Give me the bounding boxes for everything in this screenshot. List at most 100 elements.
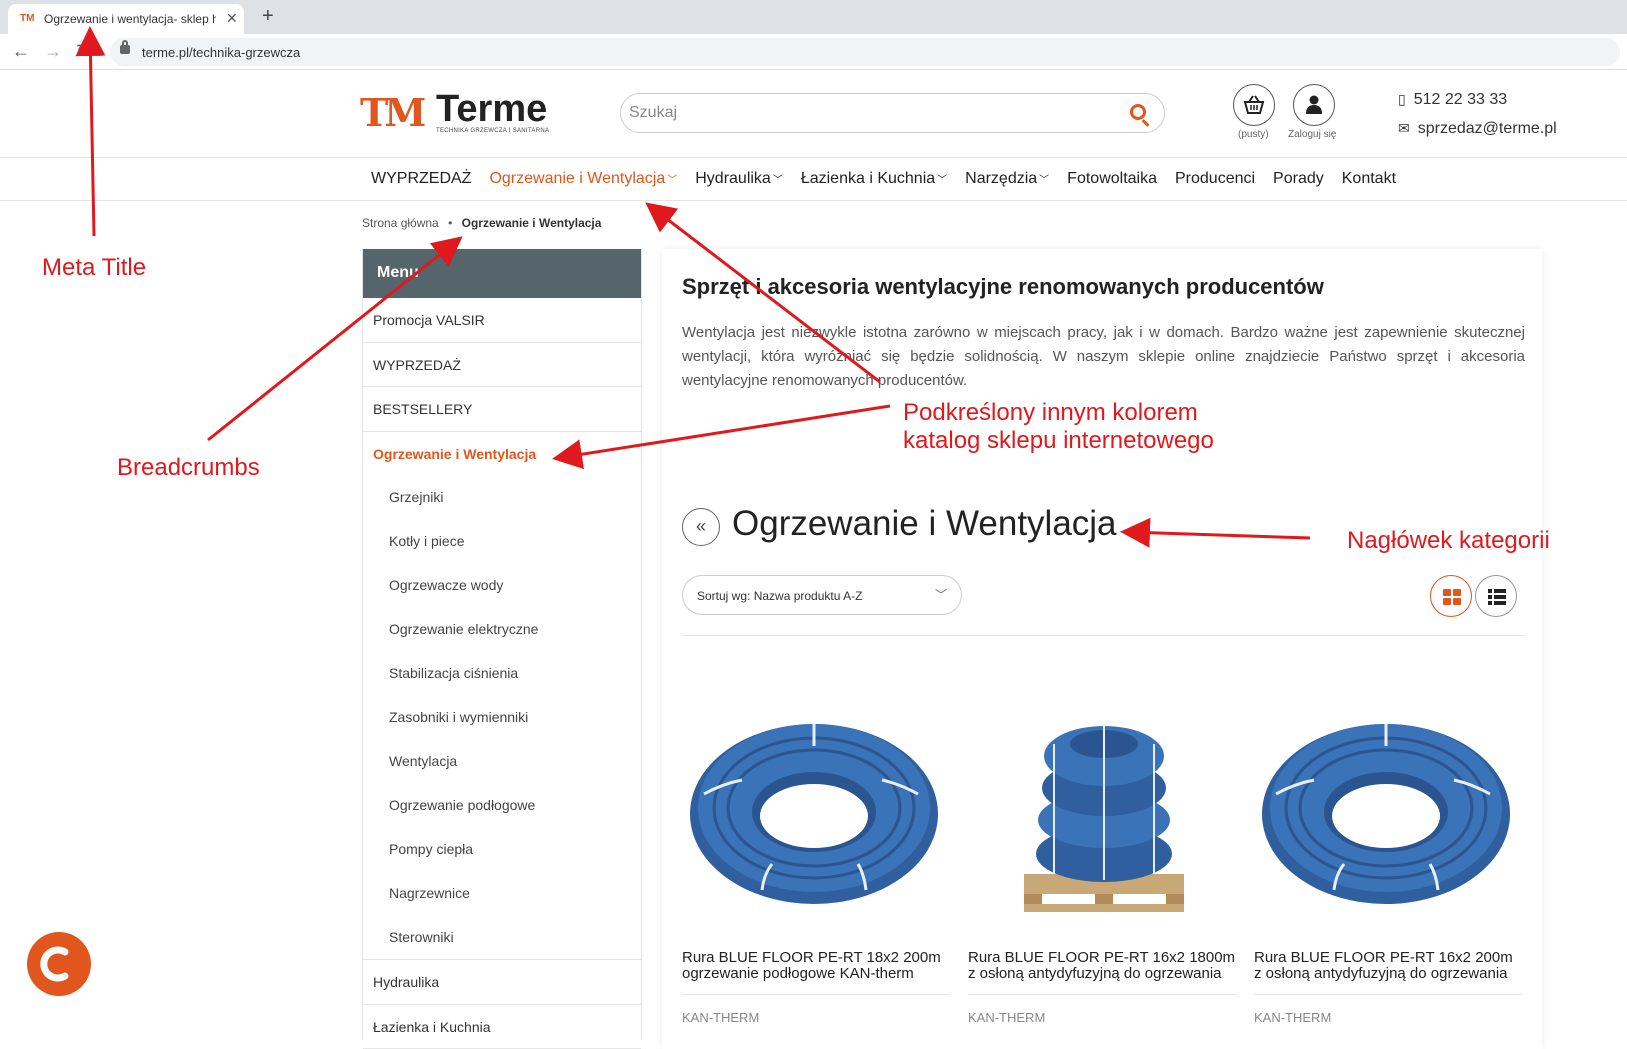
chevron-down-icon: ﹀ (935, 586, 947, 603)
cart-label: (pusty) (1238, 129, 1269, 140)
sidebar-subitem[interactable]: Kotły i piece (363, 520, 641, 564)
basket-icon[interactable] (1233, 84, 1275, 126)
sidebar-subitem[interactable]: Nagrzewnice (363, 872, 641, 916)
chevron-down-icon: ﹀ (1039, 175, 1049, 186)
product-divider (682, 994, 950, 995)
sidebar-subitem[interactable]: Pompy ciepła (363, 828, 641, 872)
email-contact[interactable]: ✉ sprzedaz@terme.pl (1398, 120, 1557, 138)
nav-item-fotowoltaika[interactable]: Fotowoltaika (1067, 170, 1157, 188)
url-text: terme.pl/technika-grzewcza (142, 45, 300, 60)
breadcrumb-separator: • (448, 216, 452, 230)
logo-mark: TM (360, 90, 422, 135)
new-tab-button[interactable]: + (262, 5, 274, 28)
annotation-meta-title: Meta Title (42, 254, 146, 282)
phone-number: 512 22 33 33 (1414, 91, 1507, 108)
tab-title: Ogrzewanie i wentylacja- sklep h (44, 12, 216, 26)
address-bar: ← → ↻ terme.pl/technika-grzewcza (0, 34, 1627, 70)
category-heading: Ogrzewanie i Wentylacja (732, 504, 1117, 544)
phone-call-button[interactable] (27, 932, 91, 996)
sidebar-menu: Menu Promocja VALSIR WYPRZEDAŻ BESTSELLE… (362, 249, 642, 1040)
product-image[interactable] (968, 684, 1236, 944)
sidebar-subitem[interactable]: Ogrzewanie elektryczne (363, 608, 641, 652)
nav-item-narzedzia[interactable]: Narzędzia﹀ (965, 170, 1049, 188)
lock-icon (120, 45, 130, 54)
sidebar-item-hydraulika[interactable]: Hydraulika (363, 960, 641, 1005)
product-card[interactable]: Rura BLUE FLOOR PE-RT 16x2 1800m z osłon… (968, 684, 1236, 1025)
sidebar-subitem[interactable]: Ogrzewanie podłogowe (363, 784, 641, 828)
search-input[interactable] (629, 100, 1109, 126)
nav-item-hydraulika[interactable]: Hydraulika﹀ (695, 170, 783, 188)
sort-select[interactable]: Sortuj wg: Nazwa produktu A-Z ﹀ (682, 575, 962, 615)
annotation-catalog-line1: Podkreślony innym kolorem (903, 399, 1198, 427)
double-chevron-left-icon: « (696, 516, 706, 536)
site-logo[interactable]: TM Terme TECHNIKA GRZEWCZA I SANITARNA (360, 88, 565, 136)
main-nav: WYPRZEDAŻ Ogrzewanie i Wentylacja﹀ Hydra… (0, 157, 1627, 201)
sidebar-item-bestsellery[interactable]: BESTSELLERY (363, 387, 641, 432)
product-brand: KAN-THERM (968, 1010, 1236, 1025)
user-icon[interactable] (1293, 84, 1335, 126)
sidebar-item-promocja[interactable]: Promocja VALSIR (363, 298, 641, 343)
intro-text: Wentylacja jest niezwykle istotna zarówn… (682, 321, 1525, 393)
phone-contact[interactable]: ▯ 512 22 33 33 (1398, 91, 1507, 109)
sidebar-item-lazienka[interactable]: Łazienka i Kuchnia (363, 1005, 641, 1049)
intro-title: Sprzęt i akcesoria wentylacyjne renomowa… (682, 274, 1324, 300)
nav-item-producenci[interactable]: Producenci (1175, 170, 1255, 188)
nav-item-lazienka[interactable]: Łazienka i Kuchnia﹀ (801, 170, 947, 188)
sidebar-subitem[interactable]: Wentylacja (363, 740, 641, 784)
back-arrow-icon[interactable]: ← (12, 41, 30, 62)
product-divider (1254, 994, 1522, 995)
sidebar-item-wyprzedaz[interactable]: WYPRZEDAŻ (363, 343, 641, 388)
close-tab-icon[interactable]: ✕ (226, 10, 238, 27)
browser-tabbar: TM Ogrzewanie i wentylacja- sklep h ✕ + (0, 0, 1627, 34)
chevron-down-icon: ﹀ (937, 175, 947, 186)
category-content: Sprzęt i akcesoria wentylacyjne renomowa… (662, 249, 1542, 1049)
forward-arrow-icon[interactable]: → (44, 41, 62, 62)
url-field[interactable]: terme.pl/technika-grzewcza (110, 38, 1620, 66)
envelope-icon: ✉ (1398, 120, 1410, 137)
product-title[interactable]: Rura BLUE FLOOR PE-RT 18x2 200m ogrzewan… (682, 950, 950, 986)
nav-item-ogrzewanie[interactable]: Ogrzewanie i Wentylacja﹀ (489, 170, 677, 188)
sidebar-subitem[interactable]: Ogrzewacze wody (363, 564, 641, 608)
logo-name: Terme (436, 88, 547, 131)
annotation-catalog-line2: katalog sklepu internetowego (903, 427, 1214, 455)
reload-icon[interactable]: ↻ (76, 41, 91, 62)
list-view-button[interactable] (1475, 575, 1517, 617)
phone-icon: ▯ (1398, 91, 1406, 108)
chevron-down-icon: ﹀ (667, 175, 677, 186)
product-card[interactable]: Rura BLUE FLOOR PE-RT 16x2 200m z osłoną… (1254, 684, 1522, 1025)
nav-item-wyprzedaz[interactable]: WYPRZEDAŻ (371, 170, 471, 188)
logo-tagline: TECHNIKA GRZEWCZA I SANITARNA (436, 128, 549, 134)
breadcrumb: Strona główna • Ogrzewanie i Wentylacja (362, 216, 601, 230)
sidebar-item-ogrzewanie[interactable]: Ogrzewanie i Wentylacja (363, 432, 641, 477)
grid-view-button[interactable] (1430, 575, 1472, 617)
product-title[interactable]: Rura BLUE FLOOR PE-RT 16x2 1800m z osłon… (968, 950, 1236, 986)
breadcrumb-current: Ogrzewanie i Wentylacja (462, 216, 602, 230)
login-label: Zaloguj się (1288, 129, 1336, 140)
sidebar-subitem[interactable]: Stabilizacja ciśnienia (363, 652, 641, 696)
favicon-icon: TM (20, 13, 34, 24)
email-address: sprzedaz@terme.pl (1418, 120, 1557, 137)
annotation-heading: Nagłówek kategorii (1347, 527, 1550, 555)
breadcrumb-home[interactable]: Strona główna (362, 216, 439, 230)
product-image[interactable] (682, 684, 950, 944)
sidebar-subitem[interactable]: Grzejniki (363, 476, 641, 520)
back-button[interactable]: « (682, 508, 720, 546)
grid-view-icon (1443, 589, 1461, 605)
nav-item-kontakt[interactable]: Kontakt (1342, 170, 1396, 188)
product-brand: KAN-THERM (1254, 1010, 1522, 1025)
product-divider (968, 994, 1236, 995)
sidebar-heading: Menu (363, 249, 641, 298)
sidebar-subitem[interactable]: Sterowniki (363, 916, 641, 960)
browser-tab[interactable]: TM Ogrzewanie i wentylacja- sklep h ✕ (8, 4, 244, 34)
search-icon[interactable] (1130, 104, 1146, 120)
nav-item-porady[interactable]: Porady (1273, 170, 1324, 188)
product-brand: KAN-THERM (682, 1010, 950, 1025)
list-view-icon (1488, 589, 1506, 605)
product-card[interactable]: Rura BLUE FLOOR PE-RT 18x2 200m ogrzewan… (682, 684, 950, 1025)
product-image[interactable] (1254, 684, 1522, 944)
sidebar-subitem[interactable]: Zasobniki i wymienniki (363, 696, 641, 740)
sort-label: Sortuj wg: Nazwa produktu A-Z (697, 589, 862, 603)
search-box (620, 93, 1165, 133)
product-title[interactable]: Rura BLUE FLOOR PE-RT 16x2 200m z osłoną… (1254, 950, 1522, 986)
annotation-breadcrumbs: Breadcrumbs (117, 454, 260, 482)
